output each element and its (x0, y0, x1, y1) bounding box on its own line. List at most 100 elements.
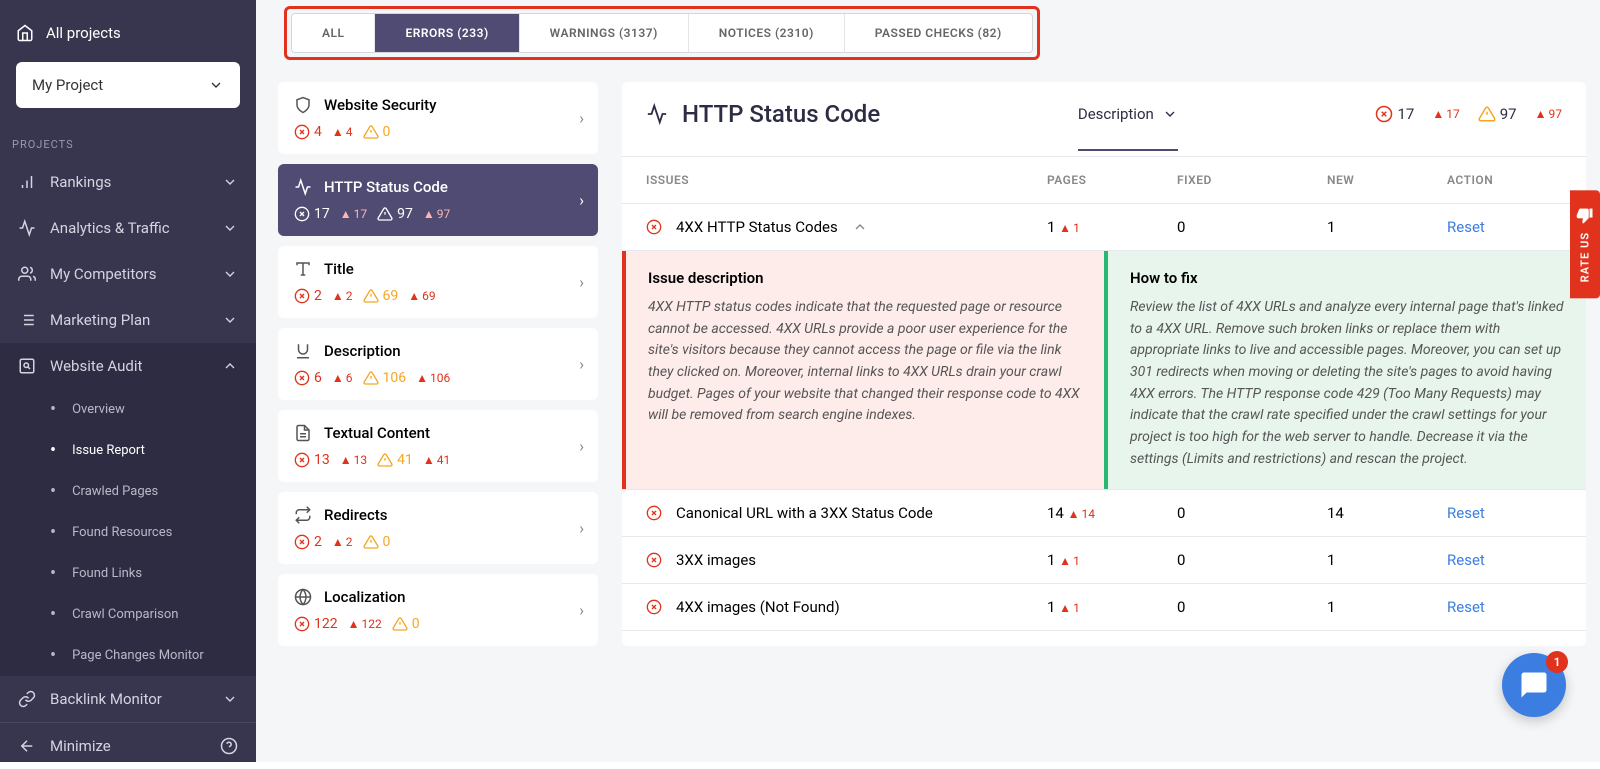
nav-label: Analytics & Traffic (50, 219, 170, 237)
issue-card-localization[interactable]: Localization 122 ▲ 122 0 › (278, 574, 598, 646)
nav-label: Website Audit (50, 357, 142, 375)
warning-icon (377, 452, 393, 468)
chat-icon (1519, 670, 1549, 700)
subnav-crawled-pages[interactable]: Crawled Pages (0, 471, 256, 512)
subnav-page-changes[interactable]: Page Changes Monitor (0, 635, 256, 676)
issue-card-title: Title (324, 260, 354, 278)
main-content: ALL ERRORS (233) WARNINGS (3137) NOTICES… (256, 0, 1600, 762)
nav-label: Rankings (50, 173, 111, 191)
subnav-crawl-comparison[interactable]: Crawl Comparison (0, 594, 256, 635)
nav-audit-submenu: Overview Issue Report Crawled Pages Foun… (0, 389, 256, 676)
table-row[interactable]: 4XX HTTP Status Codes 1 ▲ 1 0 1 Reset (622, 204, 1586, 251)
nav-competitors[interactable]: My Competitors (0, 251, 256, 297)
chevron-right-icon: › (579, 601, 584, 620)
reset-link[interactable]: Reset (1447, 551, 1485, 569)
issue-card-textual[interactable]: Textual Content 13 ▲ 13 41 ▲ 41 › (278, 410, 598, 482)
error-icon (294, 288, 310, 304)
chevron-right-icon: › (579, 437, 584, 456)
reset-link[interactable]: Reset (1447, 598, 1485, 616)
rate-us-button[interactable]: RATE US (1570, 190, 1600, 298)
all-projects-label: All projects (46, 24, 121, 42)
delta-indicator: ▲ 69 (408, 289, 435, 303)
delta-indicator: ▲ 13 (340, 453, 367, 467)
project-selector[interactable]: My Project (16, 62, 240, 108)
error-icon (294, 206, 310, 222)
chat-badge: 1 (1546, 651, 1568, 673)
delta-indicator: ▲ 97 (1535, 107, 1562, 121)
subnav-found-links[interactable]: Found Links (0, 553, 256, 594)
warning-icon (377, 206, 393, 222)
tab-notices[interactable]: NOTICES (2310) (689, 14, 845, 52)
table-header: ISSUES PAGES FIXED NEW ACTION (622, 157, 1586, 204)
chat-button[interactable]: 1 (1502, 653, 1566, 717)
reset-link[interactable]: Reset (1447, 218, 1485, 236)
globe-icon (294, 588, 312, 606)
reset-link[interactable]: Reset (1447, 504, 1485, 522)
users-icon (18, 265, 36, 283)
delta-indicator: ▲ 6 (332, 371, 353, 385)
col-header-issues: ISSUES (646, 173, 1047, 187)
project-name: My Project (32, 76, 103, 94)
activity-icon (646, 103, 668, 125)
chevron-right-icon: › (579, 355, 584, 374)
chevron-right-icon: › (579, 109, 584, 128)
tab-warnings[interactable]: WARNINGS (3137) (520, 14, 689, 52)
chevron-down-icon (222, 220, 238, 236)
shield-icon (294, 96, 312, 114)
tab-all[interactable]: ALL (292, 14, 375, 52)
issue-desc-text: 4XX HTTP status codes indicate that the … (648, 297, 1082, 427)
subnav-overview[interactable]: Overview (0, 389, 256, 430)
warning-icon (1478, 105, 1496, 123)
chevron-right-icon: › (579, 191, 584, 210)
error-icon (294, 370, 310, 386)
delta-indicator: ▲ 2 (332, 289, 353, 303)
file-text-icon (294, 424, 312, 442)
description-dropdown[interactable]: Description (1078, 105, 1178, 151)
delta-indicator: ▲ 122 (348, 617, 382, 631)
issue-card-http-status[interactable]: HTTP Status Code 17 ▲ 17 97 ▲ 97 › (278, 164, 598, 236)
warning-icon (392, 616, 408, 632)
nav-analytics[interactable]: Analytics & Traffic (0, 205, 256, 251)
subnav-issue-report[interactable]: Issue Report (0, 430, 256, 471)
table-row[interactable]: 3XX images 1 ▲ 1 0 1 Reset (622, 537, 1586, 584)
issue-card-description[interactable]: Description 6 ▲ 6 106 ▲ 106 › (278, 328, 598, 400)
issue-card-title[interactable]: Title 2 ▲ 2 69 ▲ 69 › (278, 246, 598, 318)
table-row[interactable]: Canonical URL with a 3XX Status Code 14 … (622, 490, 1586, 537)
search-doc-icon (18, 357, 36, 375)
issue-card-title: Website Security (324, 96, 437, 114)
issue-card-redirects[interactable]: Redirects 2 ▲ 2 0 › (278, 492, 598, 564)
col-header-action: ACTION (1447, 173, 1562, 187)
chevron-right-icon: › (579, 273, 584, 292)
error-icon (294, 534, 310, 550)
chevron-up-icon (222, 358, 238, 374)
delta-indicator: ▲ 4 (332, 125, 353, 139)
bar-chart-icon (18, 173, 36, 191)
warning-icon (363, 288, 379, 304)
nav-backlink[interactable]: Backlink Monitor (0, 676, 256, 722)
chevron-up-icon[interactable] (852, 219, 868, 235)
warning-icon (363, 124, 379, 140)
nav-label: My Competitors (50, 265, 156, 283)
chevron-down-icon (222, 266, 238, 282)
nav-website-audit[interactable]: Website Audit (0, 343, 256, 389)
all-projects-link[interactable]: All projects (16, 16, 240, 50)
issue-card-title: Textual Content (324, 424, 430, 442)
tab-passed[interactable]: PASSED CHECKS (82) (845, 14, 1032, 52)
col-header-fixed: FIXED (1177, 173, 1327, 187)
issue-card-security[interactable]: Website Security 4 ▲ 4 0 › (278, 82, 598, 154)
table-row[interactable]: 4XX images (Not Found) 1 ▲ 1 0 1 Reset (622, 584, 1586, 631)
nav-rankings[interactable]: Rankings (0, 159, 256, 205)
nav-marketing[interactable]: Marketing Plan (0, 297, 256, 343)
tab-errors[interactable]: ERRORS (233) (375, 14, 519, 52)
help-icon[interactable] (220, 737, 238, 755)
subnav-found-resources[interactable]: Found Resources (0, 512, 256, 553)
issue-desc-title: Issue description (648, 269, 1082, 287)
issue-card-title: Description (324, 342, 401, 360)
issue-category-list[interactable]: Website Security 4 ▲ 4 0 › HTTP Status C… (278, 82, 598, 646)
chevron-down-icon (222, 174, 238, 190)
col-header-pages: PAGES (1047, 173, 1177, 187)
type-icon (294, 260, 312, 278)
error-icon (646, 219, 662, 235)
issue-card-title: Redirects (324, 506, 388, 524)
list-icon (18, 311, 36, 329)
